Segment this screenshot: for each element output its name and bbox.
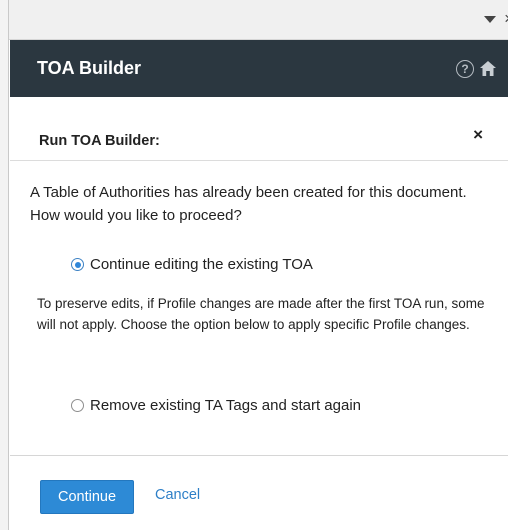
option-continue-editing[interactable]: Continue editing the existing TOA [71,256,313,273]
close-icon[interactable]: × [473,125,483,145]
app-header: TOA Builder ? [10,40,508,97]
dialog-title: Run TOA Builder: [39,133,160,149]
pane-top-bar: × [9,0,508,40]
home-icon[interactable] [480,61,496,81]
caret-down-icon[interactable] [484,16,496,23]
app-title: TOA Builder [37,58,142,78]
option-label[interactable]: Continue editing the existing TOA [90,256,313,273]
continue-button[interactable]: Continue [40,480,134,514]
cancel-link[interactable]: Cancel [155,487,200,503]
footer-divider [10,455,508,456]
option-remove-tags[interactable]: Remove existing TA Tags and start again [71,397,361,414]
dialog-prompt: A Table of Authorities has already been … [30,184,467,224]
option-label[interactable]: Remove existing TA Tags and start again [90,397,361,414]
window-left-border [0,0,9,530]
pane-close-icon[interactable]: × [504,9,508,29]
radio-button-selected[interactable] [71,258,84,271]
help-icon[interactable]: ? [456,60,474,78]
profile-note: To preserve edits, if Profile changes ar… [37,296,485,332]
dialog-title-row: Run TOA Builder: × [10,97,508,161]
radio-button[interactable] [71,399,84,412]
